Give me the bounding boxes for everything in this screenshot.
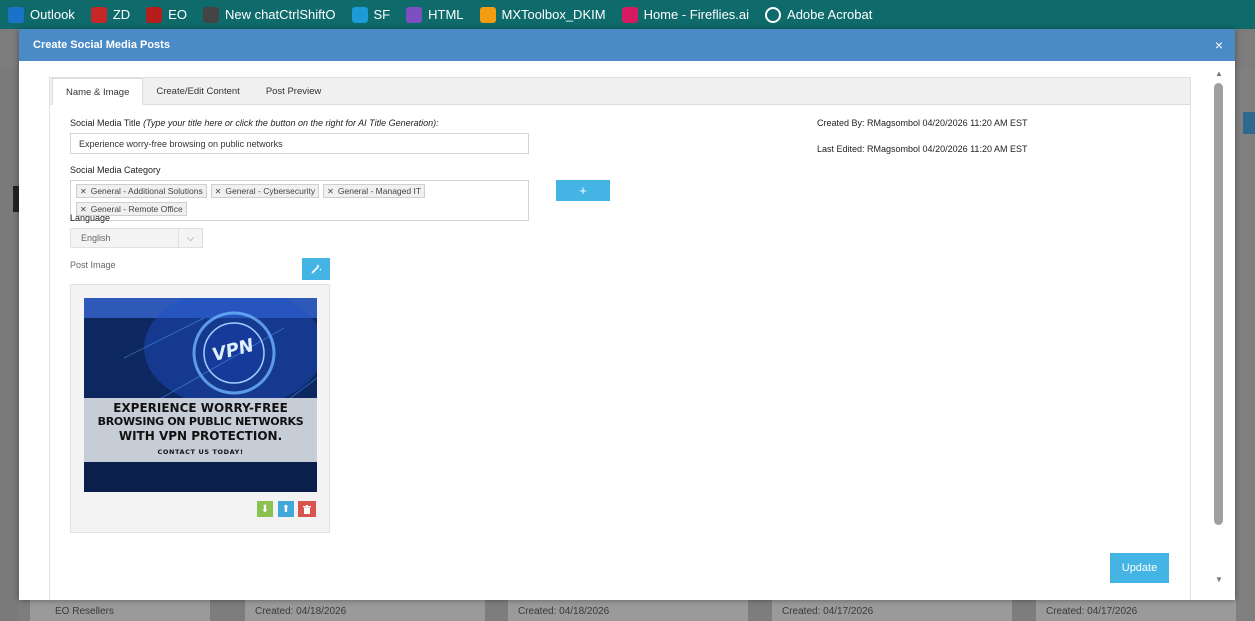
bookmark-item[interactable]: Outlook	[8, 6, 75, 23]
modal-title: Create Social Media Posts	[33, 39, 170, 51]
background-right-edge	[1235, 69, 1255, 621]
bookmark-item[interactable]: Home - Fireflies.ai	[621, 6, 750, 23]
tab-post-preview[interactable]: Post Preview	[253, 78, 334, 105]
title-input[interactable]: Experience worry-free browsing on public…	[70, 133, 529, 154]
category-tag-label: General - Additional Solutions	[90, 186, 203, 196]
tab-bar: Name & Image Create/Edit Content Post Pr…	[50, 78, 1190, 105]
image-headline: EXPERIENCE WORRY-FREE	[113, 401, 288, 415]
bookmark-label: Home - Fireflies.ai	[643, 7, 750, 22]
image-headline: WITH VPN PROTECTION.	[118, 429, 283, 443]
category-tag-label: General - Managed IT	[337, 186, 422, 196]
add-category-button[interactable]: +	[556, 180, 610, 201]
magic-wand-icon	[311, 264, 322, 274]
background-left-edge	[0, 69, 18, 621]
magic-wand-button[interactable]	[302, 258, 330, 280]
language-label: Language	[70, 213, 111, 223]
created-by-text: Created By: RMagsombol 04/20/2026 11:20 …	[817, 118, 1028, 128]
language-value: English	[81, 233, 111, 243]
bookmark-item[interactable]: EO	[146, 6, 187, 23]
outlook-icon	[8, 6, 24, 23]
create-social-media-modal: Create Social Media Posts × Name & Image…	[19, 29, 1235, 600]
bookmark-item[interactable]: ZD	[90, 6, 131, 23]
update-button[interactable]: Update	[1110, 553, 1169, 583]
upload-icon: ⬆	[281, 503, 291, 515]
modal-content: Name & Image Create/Edit Content Post Pr…	[49, 77, 1191, 600]
background-blue-button	[1243, 112, 1255, 134]
fireflies-icon	[621, 6, 638, 23]
bookmark-label: Outlook	[30, 7, 75, 22]
bookmark-item[interactable]: Adobe Acrobat	[765, 6, 873, 23]
post-image: VPN EXPERIENCE WORRY-FREE BROWSING ON PU…	[84, 298, 317, 492]
close-icon[interactable]: ×	[1215, 37, 1223, 53]
post-image-label: Post Image	[70, 260, 116, 270]
title-label: Social Media Title (Type your title here…	[70, 118, 439, 128]
background-sidebar-item: EO Resellers	[55, 606, 114, 617]
mxtoolbox-icon	[479, 6, 496, 23]
upload-image-button[interactable]: ⬆	[278, 501, 294, 517]
scrollbar-thumb[interactable]	[1214, 83, 1223, 525]
bookmark-item[interactable]: SF	[351, 6, 391, 23]
scroll-down-icon[interactable]: ▼	[1214, 575, 1224, 585]
bookmark-label: HTML	[428, 7, 464, 22]
bookmark-label: SF	[373, 7, 391, 22]
bookmarks-bar: Outlook ZD EO New chatCtrlShiftO SF HTML MXToo…	[0, 0, 1255, 29]
bookmark-item[interactable]: New chatCtrlShiftO	[202, 6, 336, 23]
modal-header: Create Social Media Posts ×	[19, 29, 1235, 61]
bookmark-label: Adobe Acrobat	[787, 7, 873, 22]
scroll-up-icon[interactable]: ▲	[1214, 69, 1224, 79]
image-cta: CONTACT US TODAY!	[157, 448, 244, 456]
remove-tag-icon[interactable]: ✕	[215, 187, 222, 196]
category-label: Social Media Category	[70, 165, 161, 175]
trash-icon	[303, 504, 311, 514]
tab-name-image[interactable]: Name & Image	[52, 78, 144, 105]
bookmark-label: MXToolbox_DKIM	[501, 7, 606, 22]
tab-create-edit-content[interactable]: Create/Edit Content	[143, 78, 252, 105]
background-card-date: Created: 04/18/2026	[255, 606, 347, 617]
zd-icon	[90, 6, 107, 23]
eo-icon	[146, 6, 163, 23]
image-headline: BROWSING ON PUBLIC NETWORKS	[97, 415, 304, 428]
bookmark-item[interactable]: HTML	[406, 6, 464, 23]
remove-tag-icon[interactable]: ✕	[80, 187, 87, 196]
background-card-date: Created: 04/18/2026	[518, 606, 610, 617]
bookmark-item[interactable]: MXToolbox_DKIM	[479, 6, 606, 23]
vpn-graphic	[84, 298, 317, 492]
post-image-panel: VPN EXPERIENCE WORRY-FREE BROWSING ON PU…	[70, 284, 330, 533]
bookmark-label: ZD	[112, 7, 131, 22]
category-tag[interactable]: ✕ General - Managed IT	[323, 184, 426, 198]
language-select[interactable]: English ⌵	[70, 228, 203, 248]
category-tag[interactable]: ✕ General - Cybersecurity	[210, 184, 320, 198]
category-tag-label: General - Cybersecurity	[225, 186, 316, 196]
globe-icon	[765, 6, 782, 23]
category-select[interactable]: ✕ General - Additional Solutions ✕ General…	[70, 180, 529, 221]
openai-icon	[202, 6, 219, 23]
bookmark-label: New chatCtrlShiftO	[224, 7, 336, 22]
download-image-button[interactable]: ⬇	[257, 501, 273, 517]
download-icon: ⬇	[260, 503, 270, 515]
bookmark-label: EO	[168, 7, 187, 22]
background-card-date: Created: 04/17/2026	[782, 606, 874, 617]
last-edited-text: Last Edited: RMagsombol 04/20/2026 11:20…	[817, 144, 1028, 154]
background-card-date: Created: 04/17/2026	[1046, 606, 1138, 617]
chevron-down-icon: ⌵	[178, 229, 202, 247]
remove-tag-icon[interactable]: ✕	[327, 187, 334, 196]
title-label-text: Social Media Title	[70, 118, 141, 128]
title-hint: (Type your title here or click the butto…	[143, 118, 439, 128]
delete-image-button[interactable]	[298, 501, 316, 517]
salesforce-icon	[351, 6, 368, 23]
category-tag[interactable]: ✕ General - Additional Solutions	[76, 184, 207, 198]
modal-scrollbar[interactable]: ▲ ▼	[1212, 69, 1226, 587]
html-icon	[406, 6, 423, 23]
